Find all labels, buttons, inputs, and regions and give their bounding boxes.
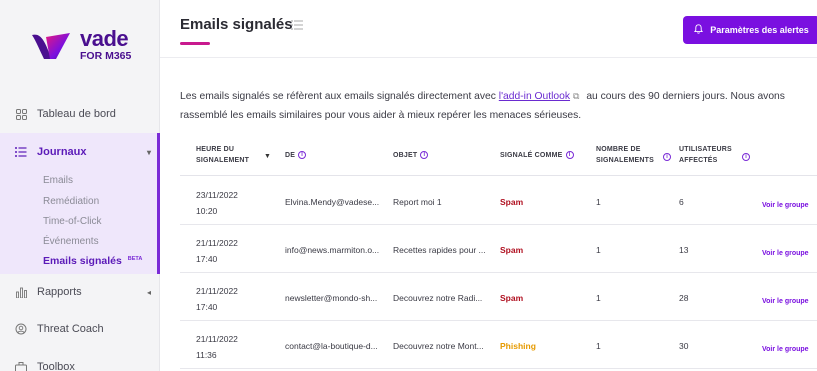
sidebar-item-rapports[interactable]: Rapports ◂ (0, 281, 160, 303)
sidebar-subitem-label: Emails signalés (43, 255, 122, 267)
reported-as: Spam (500, 197, 524, 207)
table-row: 21/11/2022 17:40 info@news.marmiton.o... … (180, 226, 817, 273)
column-header-nombre: NOMBRE DE SIGNALEMENTS (596, 144, 660, 166)
column-header-label: NOMBRE DE SIGNALEMENTS (596, 146, 655, 164)
report-count: 1 (596, 197, 601, 207)
sidebar-subitem-time-of-click[interactable]: Time-of-Click (43, 216, 102, 227)
chevron-down-icon: ▾ (146, 147, 151, 157)
list-view-icon[interactable] (291, 20, 303, 30)
alert-settings-label: Paramètres des alertes (710, 25, 809, 35)
vade-logo-mark-icon (32, 33, 70, 59)
table-row: 21/11/2022 11:36 contact@la-boutique-d...… (180, 322, 817, 369)
vade-logo[interactable]: vade FOR M365 (30, 28, 140, 64)
sidebar-item-label: Toolbox (37, 361, 75, 371)
info-icon[interactable]: i (565, 151, 574, 160)
report-datetime: 21/11/2022 11:36 (196, 331, 238, 363)
info-icon[interactable]: i (298, 151, 307, 160)
view-group-link[interactable]: Voir le groupe (762, 346, 809, 353)
sender: contact@la-boutique-d... (285, 341, 378, 351)
column-header-label: UTILISATEURS AFFECTÉS (679, 146, 732, 164)
column-header-de: DE i (285, 150, 307, 161)
sidebar-item-journaux[interactable]: Journaux ▾ (0, 141, 160, 163)
sender: newsletter@mondo-sh... (285, 293, 378, 303)
intro-text-part1: Les emails signalés se réfèrent aux emai… (180, 91, 499, 102)
view-group-link[interactable]: Voir le groupe (762, 202, 809, 209)
sidebar: vade FOR M365 Tableau de bord Journaux ▾… (0, 0, 160, 371)
outlook-addin-link[interactable]: l'add-in Outlook (499, 91, 570, 102)
beta-badge: BETA (127, 255, 143, 262)
main-content: Emails signalés Paramètres des alertes L… (160, 0, 817, 371)
report-date: 21/11/2022 (196, 286, 238, 296)
report-count: 1 (596, 341, 601, 351)
affected-users: 30 (679, 341, 689, 351)
subject: Decouvrez notre Mont... (393, 341, 484, 351)
list-icon (15, 146, 27, 158)
subject: Recettes rapides pour ... (393, 245, 486, 255)
alert-settings-button[interactable]: Paramètres des alertes (683, 16, 817, 44)
subject: Decouvrez notre Radi... (393, 293, 483, 303)
column-header-label: SIGNALÉ COMME (500, 152, 563, 159)
affected-users: 28 (679, 293, 689, 303)
table-row: 23/11/2022 10:20 Elvina.Mendy@vadese... R… (180, 178, 817, 225)
page-title: Emails signalés (180, 16, 293, 33)
report-date: 21/11/2022 (196, 334, 238, 344)
sidebar-subitem-remediation[interactable]: Remédiation (43, 196, 99, 207)
sort-desc-icon[interactable]: ▼ (264, 153, 271, 160)
sender: Elvina.Mendy@vadese... (285, 197, 380, 207)
info-icon[interactable]: i (420, 151, 429, 160)
sender: info@news.marmiton.o... (285, 245, 380, 255)
sidebar-item-threat-coach[interactable]: Threat Coach (0, 318, 160, 340)
coach-icon (15, 323, 27, 335)
title-underline (180, 42, 210, 45)
page-header: Emails signalés Paramètres des alertes (160, 0, 817, 58)
intro-text: Les emails signalés se réfèrent aux emai… (180, 87, 805, 125)
sidebar-subitem-evenements[interactable]: Événements (43, 236, 99, 247)
subject: Report moi 1 (393, 197, 442, 207)
report-datetime: 21/11/2022 17:40 (196, 235, 238, 267)
report-datetime: 21/11/2022 17:40 (196, 283, 238, 315)
sidebar-item-label: Rapports (37, 286, 82, 298)
chevron-left-icon: ◂ (146, 287, 151, 297)
table-row: 21/11/2022 17:40 newsletter@mondo-sh... D… (180, 274, 817, 321)
report-date: 21/11/2022 (196, 238, 238, 248)
column-header-date[interactable]: HEURE DU SIGNALEMENT (196, 144, 266, 166)
sidebar-item-label: Threat Coach (37, 323, 104, 335)
sidebar-subitem-emails-signales[interactable]: Emails signalés BETA (43, 255, 142, 267)
grid-icon (15, 108, 27, 120)
column-header-objet: OBJET i (393, 150, 429, 161)
info-icon[interactable]: i (663, 153, 671, 161)
sidebar-subitem-emails[interactable]: Emails (43, 175, 73, 186)
affected-users: 6 (679, 197, 684, 207)
info-icon[interactable]: i (742, 153, 750, 161)
report-datetime: 23/11/2022 10:20 (196, 187, 238, 219)
report-time: 17:40 (196, 302, 218, 312)
report-count: 1 (596, 245, 601, 255)
bar-chart-icon (15, 286, 27, 298)
column-header-users: UTILISATEURS AFFECTÉS (679, 144, 737, 166)
view-group-link[interactable]: Voir le groupe (762, 250, 809, 257)
sidebar-item-label: Tableau de bord (37, 108, 116, 120)
sidebar-item-toolbox[interactable]: Toolbox (0, 356, 160, 371)
report-count: 1 (596, 293, 601, 303)
sidebar-item-label: Journaux (37, 146, 87, 158)
table-header: HEURE DU SIGNALEMENT ▼ DE i OBJET i SIGNAL… (180, 136, 817, 176)
bell-icon (694, 24, 704, 36)
report-date: 23/11/2022 (196, 190, 238, 200)
affected-users: 13 (679, 245, 689, 255)
external-link-icon: ⧉ (573, 91, 580, 101)
report-time: 17:40 (196, 254, 218, 264)
column-header-signale: SIGNALÉ COMME i (500, 150, 574, 161)
toolbox-icon (15, 361, 27, 371)
logo-subtitle: FOR M365 (80, 50, 132, 62)
view-group-link[interactable]: Voir le groupe (762, 298, 809, 305)
sidebar-item-tableau-de-bord[interactable]: Tableau de bord (0, 103, 160, 125)
report-time: 10:20 (196, 206, 218, 216)
report-time: 11:36 (196, 350, 217, 360)
reported-as: Spam (500, 245, 524, 255)
reported-as: Phishing (500, 341, 536, 351)
column-header-label: DE (285, 152, 296, 159)
column-header-label: OBJET (393, 152, 418, 159)
logo-wordmark: vade (80, 26, 129, 51)
reported-as: Spam (500, 293, 524, 303)
